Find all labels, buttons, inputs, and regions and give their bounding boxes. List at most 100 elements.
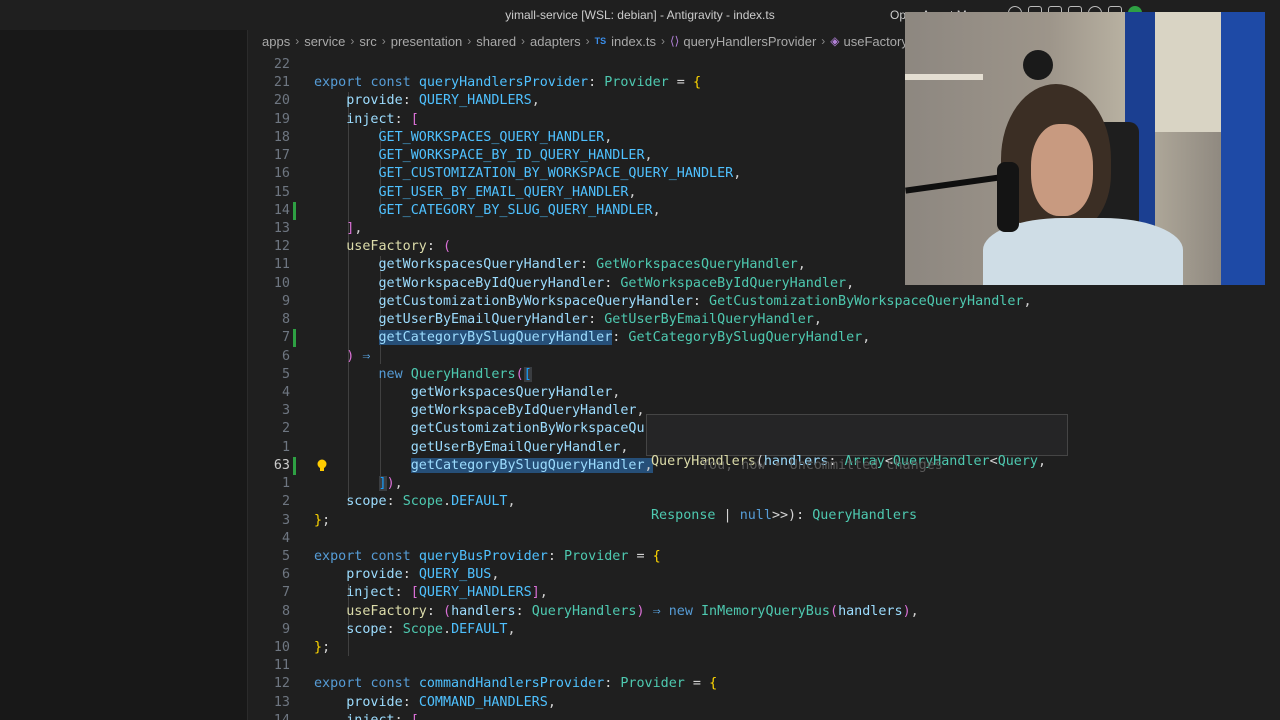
code-token: (: [443, 603, 452, 619]
inline-blame-annotation: You, now • Uncommitted changes: [701, 458, 943, 473]
code-token: ,: [394, 476, 403, 492]
typescript-file-icon: TS: [594, 36, 607, 46]
code-token: Provider: [620, 676, 685, 692]
code-token: :: [394, 585, 411, 601]
side-panel: [0, 30, 248, 720]
parameter-hover-tooltip: QueryHandlers(handlers: Array<QueryHandl…: [646, 414, 1068, 523]
code-token: GetCustomizationByWorkspaceQueryHandler: [709, 293, 1024, 309]
line-number: 18: [273, 129, 290, 145]
code-token: handlers: [451, 603, 516, 619]
breadcrumb-service[interactable]: service: [304, 34, 345, 49]
code-token: ,: [813, 312, 822, 328]
code-text: getCategoryBySlugQueryHandler,: [314, 457, 653, 475]
code-token: queryHandlersProvider: [418, 75, 589, 91]
breadcrumb-shared[interactable]: shared: [476, 34, 516, 49]
code-token: QueryHandlers: [410, 366, 516, 382]
code-token: ,: [539, 585, 548, 601]
method-symbol-icon: ◈: [830, 34, 840, 48]
line-number: 12: [273, 239, 290, 255]
code-line[interactable]: 6 provide: QUERY_BUS,: [248, 566, 1280, 584]
code-token: ,: [507, 621, 516, 637]
modified-line-indicator[interactable]: [293, 201, 296, 220]
code-token: ,: [628, 184, 637, 200]
line-number: 17: [273, 148, 290, 164]
line-number: 16: [273, 166, 290, 182]
code-token: inject: [346, 713, 394, 720]
code-line[interactable]: 7 inject: [QUERY_HANDLERS],: [248, 584, 1280, 602]
code-token: ,: [612, 384, 621, 400]
hover-token: <: [989, 454, 998, 469]
code-token: :: [580, 257, 597, 273]
breadcrumb-file[interactable]: index.ts: [611, 34, 656, 49]
code-token: GetWorkspacesQueryHandler: [596, 257, 798, 273]
code-line[interactable]: 4 getWorkspacesQueryHandler,: [248, 384, 1280, 402]
line-number: 14: [248, 712, 290, 720]
code-line[interactable]: 10};: [248, 639, 1280, 657]
code-text: GET_CUSTOMIZATION_BY_WORKSPACE_QUERY_HAN…: [314, 165, 742, 183]
code-text: getWorkspacesQueryHandler,: [314, 384, 621, 402]
code-token: :: [604, 275, 621, 291]
line-number: 5: [281, 548, 290, 564]
webcam-curtain: [1221, 12, 1265, 285]
code-token: ,: [733, 166, 742, 182]
code-text: ],: [314, 220, 362, 238]
code-token: ,: [604, 129, 613, 145]
code-line[interactable]: 14 inject: [: [248, 712, 1280, 720]
code-line[interactable]: 5 export const queryBusProvider: Provider…: [248, 548, 1280, 566]
modified-line-indicator[interactable]: [293, 456, 296, 475]
code-line[interactable]: 9 getCustomizationByWorkspaceQueryHandle…: [248, 293, 1280, 311]
code-text: ) ⇒: [314, 348, 370, 366]
code-token: :: [588, 75, 605, 91]
code-token: QUERY_HANDLERS: [418, 93, 532, 109]
code-token: handlers: [838, 603, 903, 619]
code-token: export: [314, 548, 371, 564]
code-token: ,: [910, 603, 919, 619]
chevron-right-icon: ›: [381, 34, 386, 48]
code-line[interactable]: 5 new QueryHandlers([: [248, 366, 1280, 384]
modified-line-indicator[interactable]: [293, 329, 296, 348]
code-line[interactable]: 8 getUserByEmailQueryHandler: GetUserByE…: [248, 311, 1280, 329]
code-token: GET_CUSTOMIZATION_BY_WORKSPACE_QUERY_HAN…: [378, 166, 734, 182]
code-line[interactable]: 6 ) ⇒: [248, 348, 1280, 366]
code-token: QUERY_HANDLERS: [418, 585, 532, 601]
code-token: DEFAULT: [451, 494, 508, 510]
breadcrumb-symbol-usefactory[interactable]: useFactory: [844, 34, 908, 49]
code-text: export const queryBusProvider: Provider …: [314, 548, 661, 566]
code-token: ): [636, 603, 645, 619]
code-line[interactable]: 9 scope: Scope.DEFAULT,: [248, 621, 1280, 639]
code-line[interactable]: 7 getCategoryBySlugQueryHandler: GetCate…: [248, 329, 1280, 348]
hover-token: >>):: [771, 508, 813, 523]
breadcrumb-src[interactable]: src: [359, 34, 376, 49]
line-number: 13: [273, 694, 290, 710]
breadcrumb-presentation[interactable]: presentation: [391, 34, 463, 49]
code-token: ,: [797, 257, 806, 273]
breadcrumb-symbol-provider[interactable]: queryHandlersProvider: [683, 34, 816, 49]
code-line[interactable]: 8 useFactory: (handlers: QueryHandlers) …: [248, 603, 1280, 621]
line-number: 10: [273, 640, 290, 656]
code-token: :: [402, 93, 419, 109]
breadcrumb-apps[interactable]: apps: [262, 34, 290, 49]
line-number: 1: [281, 476, 290, 492]
line-number: 22: [273, 57, 290, 72]
code-token: :: [386, 494, 403, 510]
chevron-right-icon: ›: [660, 34, 665, 48]
code-line[interactable]: 12 export const commandHandlersProvider: …: [248, 675, 1280, 693]
breadcrumb-adapters[interactable]: adapters: [530, 34, 581, 49]
code-token: {: [709, 676, 718, 692]
code-token: :: [612, 330, 629, 346]
code-text: inject: [: [314, 712, 419, 720]
code-line[interactable]: 11: [248, 657, 1280, 675]
code-text: provide: QUERY_BUS,: [314, 566, 499, 584]
code-text: getCategoryBySlugQueryHandler: GetCatego…: [314, 329, 870, 347]
code-line[interactable]: 13 provide: COMMAND_HANDLERS,: [248, 694, 1280, 712]
code-text: };: [314, 512, 330, 530]
code-token: getWorkspaceByIdQueryHandler: [410, 403, 637, 419]
